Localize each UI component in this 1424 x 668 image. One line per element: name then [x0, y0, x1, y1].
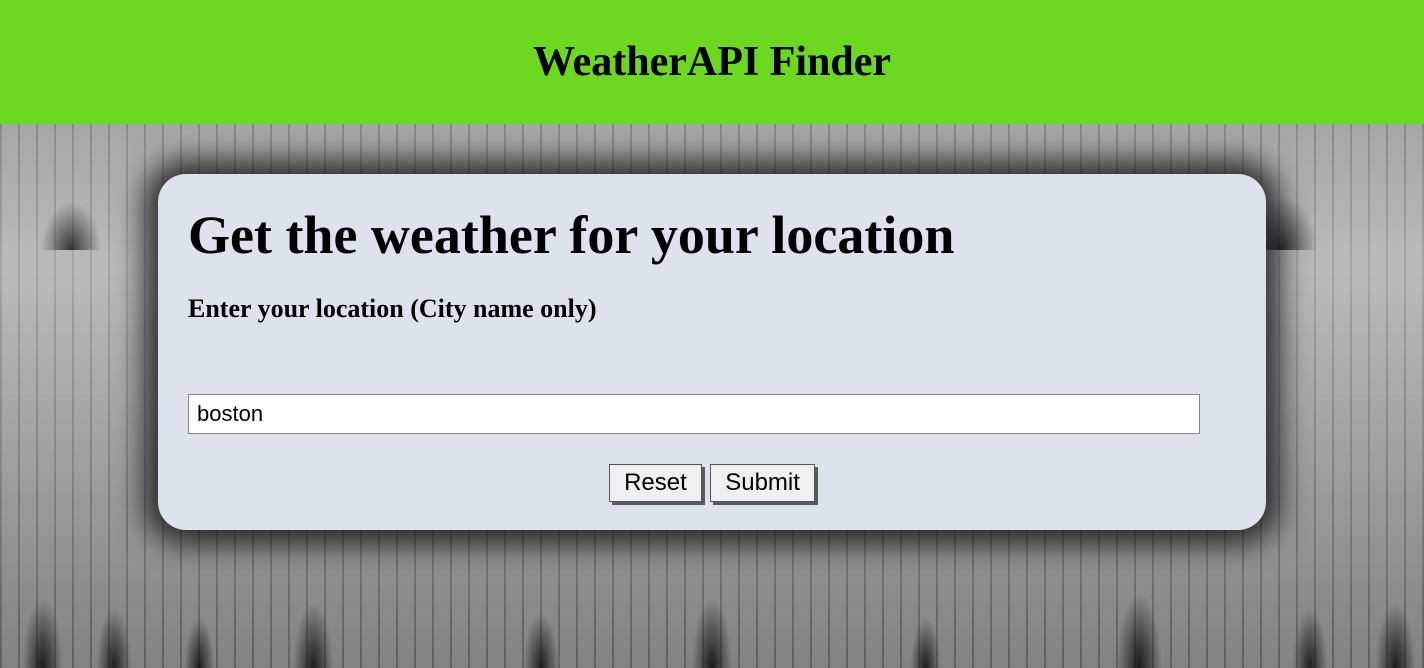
- location-input[interactable]: [188, 394, 1200, 434]
- submit-button[interactable]: Submit: [710, 464, 815, 502]
- app-header: WeatherAPI Finder: [0, 0, 1424, 124]
- button-row: Reset Submit: [188, 464, 1236, 502]
- card-subheading: Enter your location (City name only): [188, 294, 1236, 324]
- reset-button[interactable]: Reset: [609, 464, 702, 502]
- weather-form-card: Get the weather for your location Enter …: [158, 174, 1266, 530]
- card-heading: Get the weather for your location: [188, 204, 1236, 266]
- app-title: WeatherAPI Finder: [0, 38, 1424, 86]
